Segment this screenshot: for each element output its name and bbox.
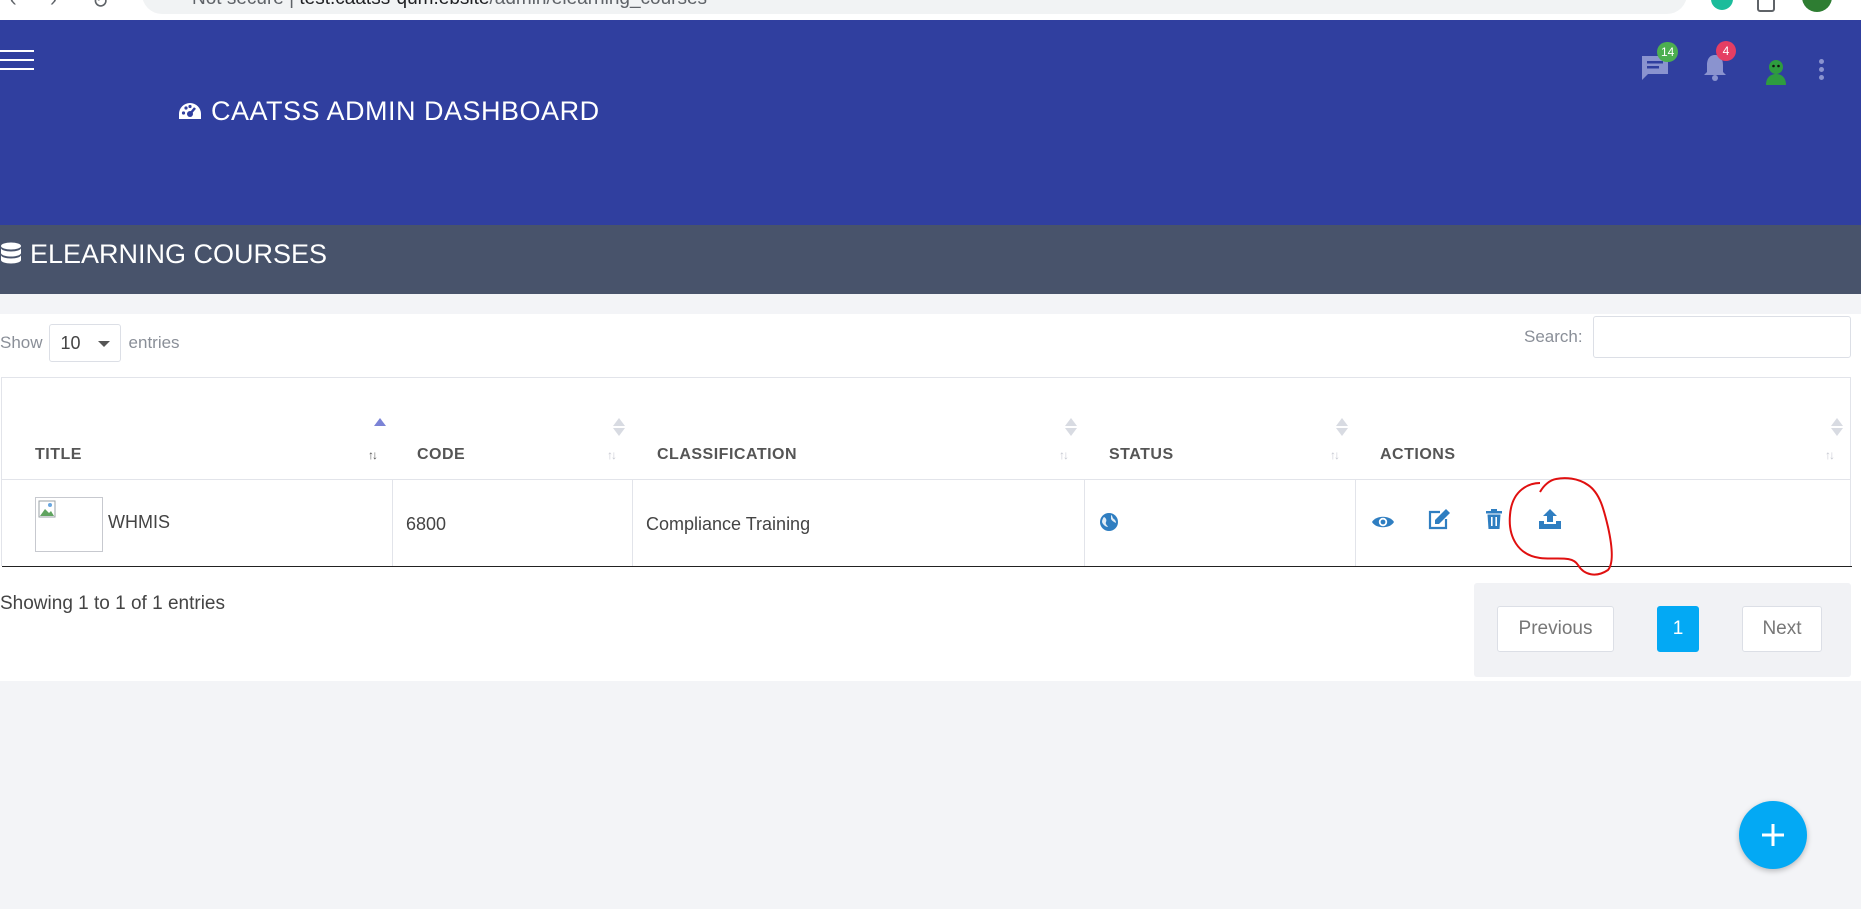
entries-select-value: 10: [60, 333, 81, 353]
sort-toggle-icon[interactable]: ↑↓: [1330, 448, 1340, 462]
url-security-label: Not secure: [192, 0, 284, 9]
course-title: WHMIS: [108, 512, 170, 532]
menu-icon[interactable]: [0, 50, 34, 74]
entries-length-control: Show 10 entries: [0, 324, 180, 362]
entries-select[interactable]: 10: [48, 324, 121, 362]
column-header-status[interactable]: STATUS: [1109, 446, 1174, 464]
page-title-bar: ELEARNING COURSES: [0, 225, 1861, 294]
address-bar[interactable]: Not secure | test.caatss-qum.ebsite/admi…: [142, 0, 1687, 14]
chevron-down-icon: [97, 341, 110, 347]
sort-icon[interactable]: [1065, 418, 1079, 436]
profile-avatar-icon[interactable]: [1802, 0, 1832, 12]
database-icon: [1, 242, 21, 263]
sort-icon[interactable]: [1831, 418, 1845, 436]
sort-toggle-icon[interactable]: ↑↓: [607, 448, 617, 462]
kebab-menu-icon[interactable]: [1819, 56, 1824, 83]
user-avatar-icon: [1766, 60, 1786, 85]
annotation-circle: [1508, 477, 1613, 576]
show-label: Show: [0, 333, 43, 352]
forward-icon[interactable]: ›: [50, 0, 57, 12]
edit-icon[interactable]: [1427, 508, 1451, 530]
brand-title[interactable]: CAATSS ADMIN DASHBOARD: [177, 96, 600, 127]
extension-icon[interactable]: [1711, 0, 1733, 10]
sort-toggle-icon[interactable]: ↑↓: [1825, 448, 1835, 462]
user-menu-button[interactable]: [1763, 58, 1789, 91]
url-domain: test.caatss-qum.ebsite: [299, 0, 489, 9]
page-title: ELEARNING COURSES: [0, 239, 327, 270]
entries-label: entries: [128, 333, 180, 352]
column-header-code[interactable]: CODE: [417, 446, 465, 464]
dashboard-gauge-icon: [179, 102, 201, 119]
sort-icon[interactable]: [613, 418, 627, 436]
notifications-button[interactable]: 4: [1702, 41, 1736, 87]
globe-icon: [1100, 513, 1118, 531]
extensions-puzzle-icon[interactable]: [1757, 0, 1775, 12]
messages-count-badge: 14: [1657, 42, 1679, 62]
previous-button[interactable]: Previous: [1497, 606, 1614, 652]
course-classification: Compliance Training: [646, 514, 811, 534]
broken-image-icon: [38, 500, 56, 518]
sort-toggle-icon[interactable]: ↑↓: [368, 448, 378, 462]
page-title-text: ELEARNING COURSES: [30, 239, 328, 269]
reload-icon[interactable]: ↻: [92, 0, 109, 14]
sort-icon[interactable]: [1336, 418, 1350, 436]
column-header-actions[interactable]: ACTIONS: [1380, 446, 1456, 464]
back-icon[interactable]: ‹: [10, 0, 17, 12]
course-thumbnail: [35, 497, 103, 552]
sort-toggle-icon[interactable]: ↑↓: [1059, 448, 1069, 462]
next-button[interactable]: Next: [1742, 606, 1822, 652]
search-label: Search:: [1524, 327, 1583, 346]
notifications-count-badge: 4: [1716, 41, 1736, 61]
sort-asc-icon[interactable]: [374, 418, 388, 428]
top-header: CAATSS ADMIN DASHBOARD 14 4: [0, 20, 1861, 225]
column-header-classification[interactable]: CLASSIFICATION: [657, 446, 797, 464]
search-input[interactable]: [1593, 316, 1851, 358]
plus-icon: [1762, 824, 1784, 846]
page-1-button[interactable]: 1: [1657, 606, 1699, 652]
course-code: 6800: [406, 514, 447, 534]
messages-button[interactable]: 14: [1640, 42, 1679, 87]
view-icon[interactable]: [1371, 514, 1395, 530]
table-info: Showing 1 to 1 of 1 entries: [0, 593, 225, 614]
pagination: Previous 1 Next: [1474, 583, 1851, 677]
bookmark-star-icon[interactable]: ☆: [1655, 0, 1673, 5]
column-header-title[interactable]: TITLE: [35, 446, 82, 464]
url-path: /admin/elearning_courses: [489, 0, 707, 9]
browser-toolbar: ‹ › ↻ Not secure | test.caatss-qum.ebsit…: [0, 0, 1861, 20]
brand-text: CAATSS ADMIN DASHBOARD: [211, 96, 600, 126]
add-course-button[interactable]: [1739, 801, 1807, 869]
